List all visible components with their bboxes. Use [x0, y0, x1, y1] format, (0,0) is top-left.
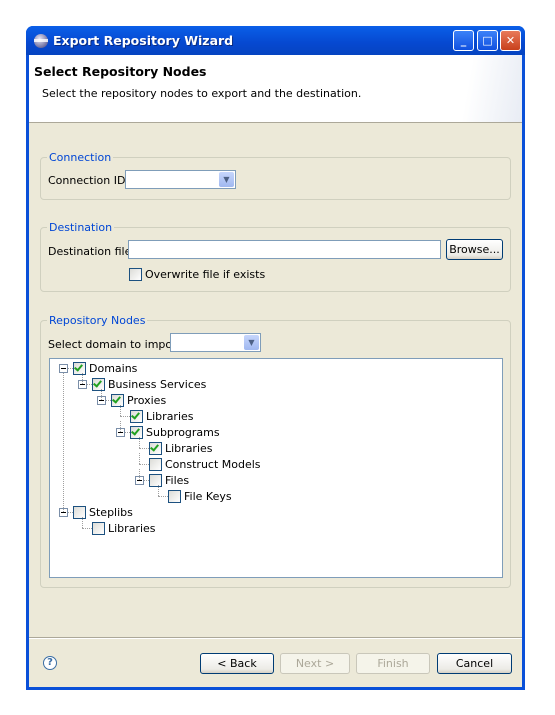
page-description: Select the repository nodes to export an… [42, 87, 362, 100]
tree-connector [82, 517, 83, 528]
connection-id-combo[interactable]: ▼ [125, 170, 236, 189]
destination-file-label: Destination file: [48, 245, 136, 258]
destination-group: Destination Destination file: Browse... … [40, 221, 511, 292]
tree-item-label: File Keys [184, 490, 232, 503]
tree-connector [120, 421, 121, 432]
tree-item-label: Files [165, 474, 190, 487]
destination-group-label: Destination [47, 221, 115, 234]
tree-connector [139, 453, 140, 464]
tree-item[interactable]: Libraries [50, 521, 502, 537]
tree-item-checkbox[interactable] [92, 378, 105, 391]
tree-connector [139, 469, 140, 480]
connection-group: Connection Connection ID: ▼ [40, 151, 511, 200]
connection-group-label: Connection [47, 151, 114, 164]
window-title: Export Repository Wizard [53, 33, 234, 48]
tree-item-label: Libraries [108, 522, 156, 535]
chevron-down-icon[interactable]: ▼ [219, 172, 234, 187]
select-domain-label: Select domain to import: [48, 338, 185, 351]
tree-connector [139, 464, 149, 465]
tree-item-checkbox[interactable] [130, 410, 143, 423]
browse-button[interactable]: Browse... [446, 239, 503, 260]
tree-item[interactable]: Construct Models [50, 457, 502, 473]
overwrite-label: Overwrite file if exists [145, 268, 266, 281]
tree-item[interactable]: Domains [50, 361, 502, 377]
tree-item-checkbox[interactable] [111, 394, 124, 407]
wizard-window: Export Repository Wizard _ □ ✕ Select Re… [26, 26, 525, 690]
tree-connector [82, 528, 92, 529]
tree-connector [158, 485, 159, 496]
help-icon[interactable]: ? [43, 656, 57, 670]
tree-item[interactable]: Steplibs [50, 505, 502, 521]
tree-item-checkbox[interactable] [92, 522, 105, 535]
tree-connector [120, 416, 130, 417]
connection-id-label: Connection ID: [48, 174, 130, 187]
close-button[interactable]: ✕ [500, 30, 521, 51]
cancel-button[interactable]: Cancel [437, 653, 512, 674]
title-bar[interactable]: Export Repository Wizard _ □ ✕ [26, 26, 525, 55]
next-button[interactable]: Next > [280, 653, 350, 674]
tree-item-label: Business Services [108, 378, 207, 391]
tree-item-label: Steplibs [89, 506, 133, 519]
page-title: Select Repository Nodes [34, 64, 207, 79]
tree-item-label: Construct Models [165, 458, 261, 471]
tree-item[interactable]: Libraries [50, 441, 502, 457]
tree-item-checkbox[interactable] [73, 506, 86, 519]
domain-combo[interactable]: ▼ [170, 333, 261, 352]
tree-item[interactable]: File Keys [50, 489, 502, 505]
dialog-client: Select Repository Nodes Select the repos… [29, 55, 522, 687]
minimize-button[interactable]: _ [453, 30, 474, 51]
back-button[interactable]: < Back [200, 653, 274, 674]
tree-item-label: Libraries [165, 442, 213, 455]
chevron-down-icon[interactable]: ▼ [244, 335, 259, 350]
tree-item[interactable]: Files [50, 473, 502, 489]
tree-connector [101, 389, 102, 400]
tree-item[interactable]: Business Services [50, 377, 502, 393]
tree-item-checkbox[interactable] [149, 474, 162, 487]
collapse-icon[interactable] [59, 364, 68, 373]
tree-connector [139, 437, 140, 448]
repository-nodes-group: Repository Nodes Select domain to import… [40, 314, 511, 588]
tree-item-checkbox[interactable] [130, 426, 143, 439]
tree-connector [158, 496, 168, 497]
tree-item-checkbox[interactable] [168, 490, 181, 503]
button-bar-separator [29, 637, 522, 639]
tree-connector [63, 373, 64, 512]
tree-connector [82, 373, 83, 384]
tree-item-checkbox[interactable] [73, 362, 86, 375]
finish-button[interactable]: Finish [356, 653, 430, 674]
maximize-button[interactable]: □ [477, 30, 498, 51]
wizard-header: Select Repository Nodes Select the repos… [29, 55, 522, 123]
tree-connector [139, 448, 149, 449]
eclipse-icon [34, 34, 48, 48]
repository-nodes-group-label: Repository Nodes [47, 314, 148, 327]
tree-item-label: Domains [89, 362, 138, 375]
overwrite-checkbox[interactable] [129, 268, 142, 281]
tree-connector [120, 405, 121, 416]
tree-item-label: Subprograms [146, 426, 220, 439]
tree-item-label: Proxies [127, 394, 167, 407]
tree-item[interactable]: Proxies [50, 393, 502, 409]
tree-item[interactable]: Libraries [50, 409, 502, 425]
tree-item-label: Libraries [146, 410, 194, 423]
destination-file-input[interactable] [128, 240, 441, 259]
tree-item[interactable]: Subprograms [50, 425, 502, 441]
tree-item-checkbox[interactable] [149, 458, 162, 471]
tree-item-checkbox[interactable] [149, 442, 162, 455]
repository-tree[interactable]: Domains Business Services Proxies Libraries… [49, 358, 503, 578]
